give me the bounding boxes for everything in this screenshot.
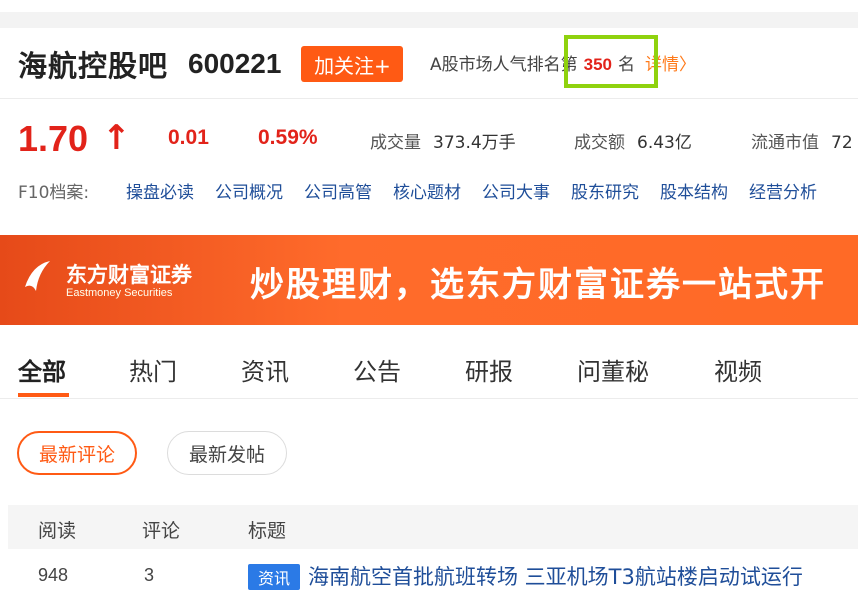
f10-link-executives[interactable]: 公司高管 [304, 178, 372, 203]
table-row: 948 3 资讯 海南航空首批航班转场 三亚机场T3航站楼启动试运行 [8, 556, 858, 596]
post-tabs: 全部 热门 资讯 公告 研报 问董秘 视频 [18, 352, 858, 396]
tab-video[interactable]: 视频 [714, 352, 762, 387]
f10-link-share-structure[interactable]: 股本结构 [660, 178, 728, 203]
top-strip [0, 12, 858, 28]
filter-latest-comments[interactable]: 最新评论 [17, 431, 137, 475]
rank-prefix: A股市场人气排名第 [430, 55, 578, 75]
highlight-box [564, 35, 658, 88]
filter-latest-posts[interactable]: 最新发帖 [167, 431, 287, 475]
volume-stat: 成交量 373.4万手 [370, 128, 516, 153]
f10-link-shareholders[interactable]: 股东研究 [571, 178, 639, 203]
turnover-value: 6.43亿 [637, 133, 692, 153]
up-arrow-icon: ↑ [102, 118, 131, 158]
follow-button[interactable]: 加关注+ [301, 46, 404, 82]
tab-research[interactable]: 研报 [465, 352, 513, 387]
quote-bar: 1.70 ↑ 0.01 0.59% 成交量 373.4万手 成交额 6.43亿 流通… [18, 116, 858, 160]
column-reads: 阅读 [38, 520, 77, 542]
volume-value: 373.4万手 [433, 133, 516, 153]
banner-brand-cn: 东方财富证券 [66, 263, 192, 287]
ad-banner[interactable]: 东方财富证券 Eastmoney Securities 炒股理财，选东方财富证券… [0, 235, 858, 325]
banner-brand-en: Eastmoney Securities [66, 287, 173, 299]
f10-link-operations[interactable]: 经营分析 [749, 178, 817, 203]
tabs-divider [0, 398, 858, 399]
price-change: 0.01 [168, 126, 209, 149]
turnover-label: 成交额 [574, 133, 625, 153]
tab-all[interactable]: 全部 [18, 352, 66, 387]
tab-hot[interactable]: 热门 [129, 352, 177, 387]
turnover-stat: 成交额 6.43亿 [574, 128, 692, 153]
row-comments: 3 [144, 565, 155, 585]
row-reads: 948 [38, 565, 69, 585]
column-comments: 评论 [142, 520, 181, 542]
tab-news[interactable]: 资讯 [241, 352, 289, 387]
stock-header: 海航控股吧 600221 加关注+ [18, 43, 404, 85]
column-title: 标题 [248, 520, 287, 542]
f10-link-company-overview[interactable]: 公司概况 [215, 178, 283, 203]
stock-price: 1.70 [18, 118, 89, 159]
banner-slogan: 炒股理财，选东方财富证券一站式开 [250, 265, 826, 305]
tab-ask-secretary[interactable]: 问董秘 [577, 352, 649, 387]
f10-link-company-events[interactable]: 公司大事 [482, 178, 550, 203]
header-divider [0, 98, 858, 99]
volume-label: 成交量 [370, 133, 421, 153]
active-tab-indicator [18, 393, 69, 397]
eastmoney-logo-icon [25, 261, 50, 291]
f10-label: F10档案: [18, 183, 90, 203]
table-header: 阅读 评论 标题 [8, 505, 858, 549]
float-cap-label: 流通市值 [751, 133, 819, 153]
stock-name[interactable]: 海航控股吧 [18, 43, 168, 85]
tab-announcements[interactable]: 公告 [353, 352, 401, 387]
f10-link-trading-guide[interactable]: 操盘必读 [126, 178, 194, 203]
post-title-link[interactable]: 海南航空首批航班转场 三亚机场T3航站楼启动试运行 [308, 561, 803, 591]
news-tag-badge: 资讯 [248, 564, 300, 590]
f10-link-core-themes[interactable]: 核心题材 [393, 178, 461, 203]
float-cap-value: 72 [831, 133, 853, 153]
price-change-percent: 0.59% [258, 126, 318, 149]
float-cap-stat: 流通市值 72 [751, 128, 853, 153]
stock-code: 600221 [188, 48, 282, 79]
f10-nav: F10档案: 操盘必读 公司概况 公司高管 核心题材 公司大事 股东研究 股本结… [18, 178, 838, 203]
